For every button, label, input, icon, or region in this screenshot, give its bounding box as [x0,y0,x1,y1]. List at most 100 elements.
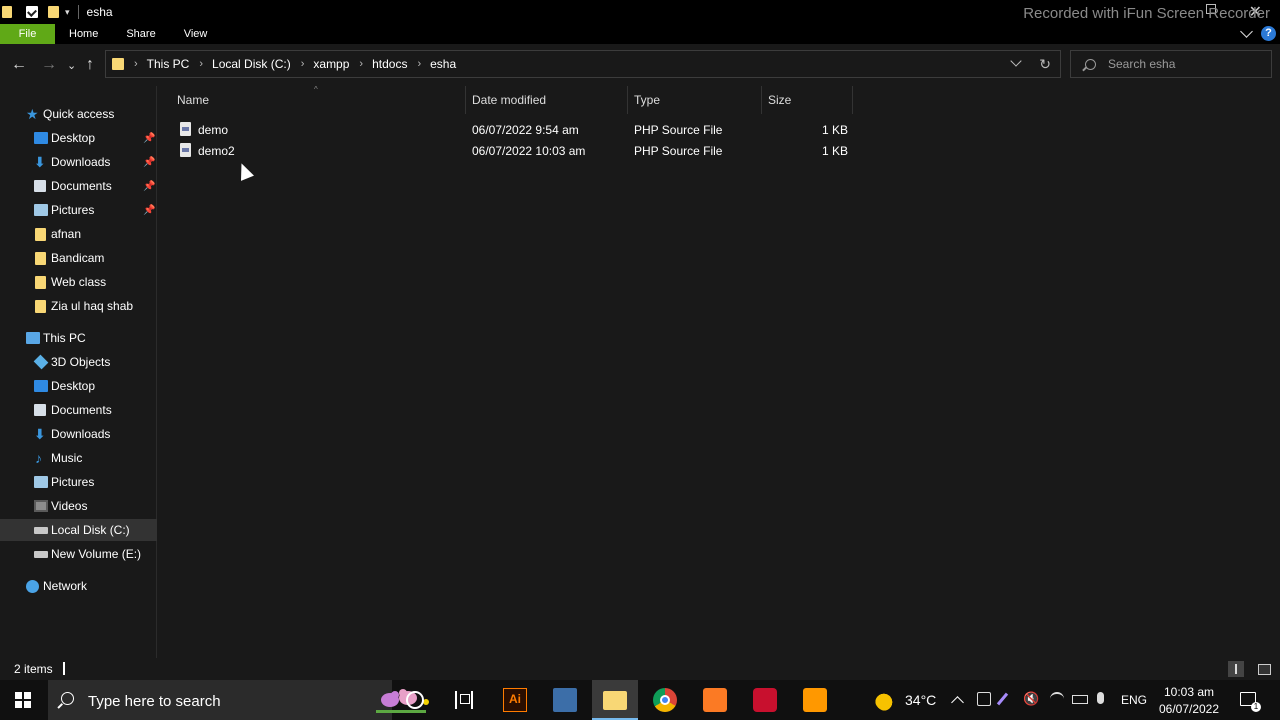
search-icon [61,692,74,705]
nav-item-desktop[interactable]: Desktop 📌 [0,127,157,149]
sublime-text-icon[interactable] [803,688,827,712]
download-icon: ⬇ [34,154,46,170]
nav-label: Documents [51,179,112,193]
nav-item-downloads-pc[interactable]: ⬇ Downloads [0,423,157,445]
folder-icon [35,227,46,241]
expand-ribbon-icon[interactable] [1240,25,1253,38]
illustrator-icon[interactable]: Ai [503,688,527,712]
tab-view[interactable]: View [170,24,222,44]
forward-arrow-icon[interactable]: → [41,56,57,74]
xampp-icon[interactable] [703,688,727,712]
clock-time: 10:03 am [1163,685,1215,699]
nav-item-web-class[interactable]: Web class [0,271,157,293]
large-icons-view-icon[interactable] [1256,661,1272,677]
nav-item-documents-pc[interactable]: Documents [0,399,157,421]
tab-home[interactable]: Home [55,24,112,44]
breadcrumb-local-disk[interactable]: Local Disk (C:) [212,57,291,71]
meet-now-icon[interactable] [977,692,991,706]
details-view-icon[interactable] [1228,661,1244,677]
nav-item-music[interactable]: ♪ Music [0,447,157,469]
language-indicator[interactable]: ENG [1121,693,1147,707]
desktop-icon [34,132,48,144]
chevron-right-icon[interactable]: › [199,58,203,70]
drive-icon [34,550,48,558]
download-icon: ⬇ [34,426,46,442]
column-header-name[interactable]: Name [171,86,466,114]
file-name: demo [198,123,229,137]
remote-desktop-icon[interactable] [553,688,577,712]
chevron-right-icon[interactable]: › [301,58,305,70]
show-hidden-icons-icon[interactable] [951,696,964,709]
file-row[interactable]: demo 06/07/2022 9:54 am PHP Source File … [158,119,858,140]
windows-start-icon[interactable] [15,692,31,708]
chevron-down-icon[interactable] [1010,55,1022,67]
nav-network[interactable]: Network [0,575,157,597]
nav-item-3d-objects[interactable]: 3D Objects [0,351,157,373]
refresh-icon[interactable]: ↻ [1039,56,1051,73]
pictures-icon [34,476,48,488]
new-folder-icon[interactable] [48,6,59,18]
nav-item-new-volume[interactable]: New Volume (E:) [0,543,157,565]
nav-item-downloads[interactable]: ⬇ Downloads 📌 [0,151,157,173]
properties-icon[interactable] [26,6,38,18]
chrome-icon[interactable] [653,688,677,712]
customize-quick-access-icon[interactable]: ▾ [65,7,70,18]
tab-share[interactable]: Share [112,24,169,44]
battery-icon[interactable] [1072,695,1088,704]
file-list: ^ Name Date modified Type Size demo 06/0… [158,85,1280,658]
column-header-type[interactable]: Type [628,86,762,114]
breadcrumb-esha[interactable]: esha [430,57,456,71]
nav-quick-access[interactable]: ★ Quick access [0,103,157,125]
pin-icon: 📌 [143,132,156,144]
file-size: 1 KB [822,144,849,158]
nav-item-bandicam[interactable]: Bandicam [0,247,157,269]
volume-muted-icon[interactable]: 🔇 [1023,691,1039,706]
weather-icon[interactable] [875,689,897,711]
chevron-right-icon[interactable]: › [417,58,421,70]
tab-file[interactable]: File [0,24,55,44]
column-header-size[interactable]: Size [762,86,853,114]
nav-item-pictures-pc[interactable]: Pictures [0,471,157,493]
file-row[interactable]: demo2 06/07/2022 10:03 am PHP Source Fil… [158,140,858,161]
chevron-right-icon[interactable]: › [359,58,363,70]
breadcrumb-xampp[interactable]: xampp [313,57,349,71]
screen-recorder-icon[interactable] [753,688,777,712]
up-arrow-icon[interactable]: ↑ [86,56,94,74]
nav-item-documents[interactable]: Documents 📌 [0,175,157,197]
microphone-icon[interactable] [1097,692,1104,704]
status-bar: 2 items [0,658,1280,680]
nav-label: Documents [51,403,112,417]
folder-icon [35,299,46,313]
address-bar[interactable]: › This PC › Local Disk (C:) › xampp › ht… [105,50,1061,78]
wifi-icon[interactable] [1050,692,1064,706]
file-explorer-icon[interactable] [603,691,627,710]
nav-item-zia-ul-haq-shab[interactable]: Zia ul haq shab [0,295,157,317]
temperature[interactable]: 34°C [905,692,936,708]
breadcrumb-htdocs[interactable]: htdocs [372,57,407,71]
task-view-icon[interactable] [455,691,473,709]
nav-item-videos[interactable]: Videos [0,495,157,517]
help-icon[interactable]: ? [1261,26,1276,41]
nav-this-pc[interactable]: This PC [0,327,157,349]
recent-locations-icon[interactable]: ⌄ [67,59,76,72]
nav-item-pictures[interactable]: Pictures 📌 [0,199,157,221]
nav-label: Downloads [51,155,111,169]
pen-workspace-icon[interactable] [996,692,1009,706]
taskbar-search[interactable]: Type here to search [48,680,429,720]
search-input[interactable] [1108,57,1258,71]
nav-label: Downloads [51,427,111,441]
navigation-pane: ★ Quick access Desktop 📌 ⬇ Downloads 📌 D… [0,86,157,658]
search-box[interactable] [1070,50,1272,78]
nav-item-local-disk[interactable]: Local Disk (C:) [0,519,157,541]
chevron-right-icon[interactable]: › [134,58,138,70]
clock[interactable]: 10:03 am 06/07/2022 [1156,684,1222,718]
nav-item-desktop-pc[interactable]: Desktop [0,375,157,397]
back-arrow-icon[interactable]: ← [11,56,27,74]
cortana-icon[interactable] [406,691,424,709]
folder-icon [112,58,124,70]
nav-label: Bandicam [51,251,105,265]
window-title: esha [86,5,113,19]
breadcrumb-this-pc[interactable]: This PC [147,57,190,71]
nav-item-afnan[interactable]: afnan [0,223,157,245]
column-header-date[interactable]: Date modified [466,86,628,114]
